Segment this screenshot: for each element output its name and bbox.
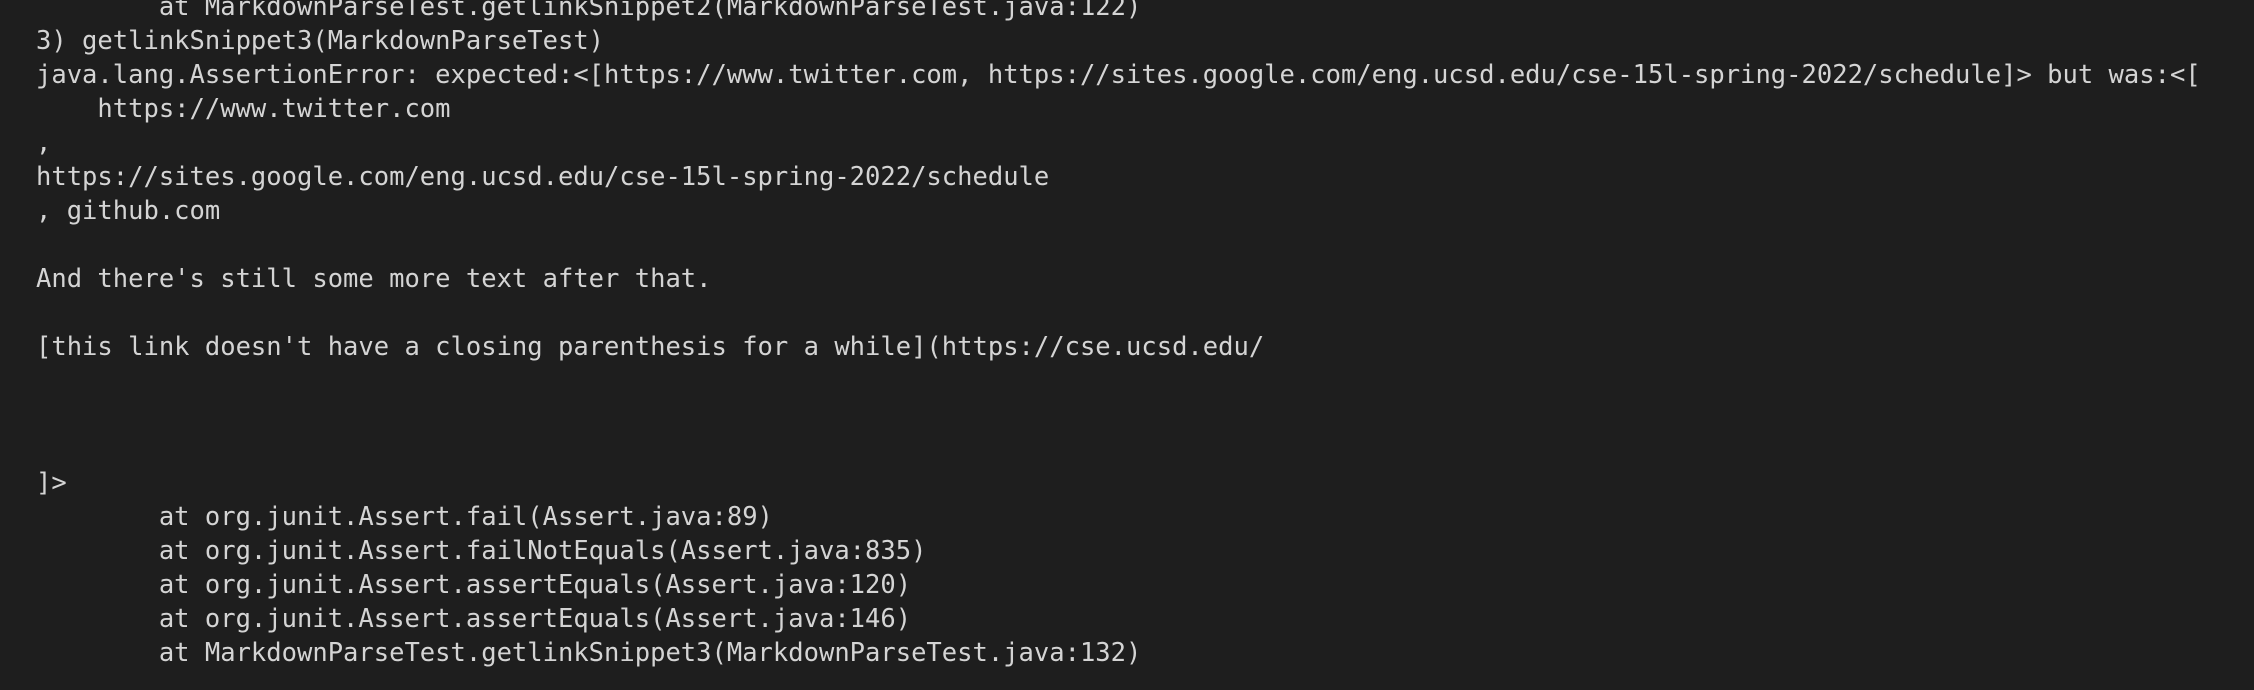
- stack-trace-line: at MarkdownParseTest.getlinkSnippet3(Mar…: [36, 638, 1142, 668]
- assertion-error-line: java.lang.AssertionError: expected:<[htt…: [36, 60, 2201, 90]
- test-failure-header: 3) getlinkSnippet3(MarkdownParseTest): [36, 26, 605, 56]
- output-line: https://sites.google.com/eng.ucsd.edu/cs…: [36, 162, 1050, 192]
- output-line: ,: [36, 128, 52, 158]
- stack-trace-line: at MarkdownParseTest.getlinkSnippet2(Mar…: [36, 0, 1142, 22]
- stack-trace-line: at org.junit.Assert.assertEquals(Assert.…: [36, 570, 912, 600]
- output-line: https://www.twitter.com: [36, 94, 451, 124]
- output-line: ]>: [36, 468, 67, 498]
- terminal-output[interactable]: at MarkdownParseTest.getlinkSnippet2(Mar…: [0, 0, 2254, 690]
- stack-trace-line: at org.junit.Assert.failNotEquals(Assert…: [36, 536, 927, 566]
- stack-trace-line: at org.junit.Assert.fail(Assert.java:89): [36, 502, 773, 532]
- output-line: [this link doesn't have a closing parent…: [36, 332, 1265, 362]
- output-line: , github.com: [36, 196, 221, 226]
- stack-trace-line: at org.junit.Assert.assertEquals(Assert.…: [36, 604, 912, 634]
- output-line: And there's still some more text after t…: [36, 264, 712, 294]
